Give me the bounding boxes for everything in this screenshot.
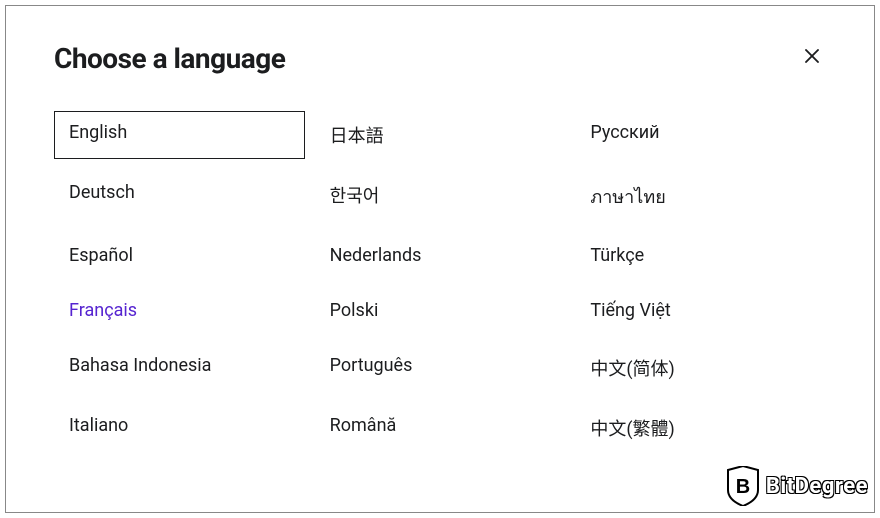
language-option-bahasa-indonesia[interactable]: Bahasa Indonesia	[54, 344, 305, 392]
language-option-thai[interactable]: ภาษาไทย	[575, 171, 826, 222]
watermark-badge-icon: B	[726, 466, 760, 506]
modal-title: Choose a language	[54, 42, 285, 75]
language-option-english[interactable]: English	[54, 111, 305, 159]
language-option-nederlands[interactable]: Nederlands	[315, 234, 566, 277]
close-button[interactable]	[798, 42, 826, 70]
language-option-russian[interactable]: Русский	[575, 111, 826, 159]
language-option-espanol[interactable]: Español	[54, 234, 305, 277]
watermark-text: BitDegree	[766, 474, 868, 499]
language-grid: English 日本語 Русский Deutsch 한국어 ภาษาไทย …	[54, 111, 826, 452]
language-option-korean[interactable]: 한국어	[315, 171, 566, 222]
language-option-turkce[interactable]: Türkçe	[575, 234, 826, 277]
language-option-francais[interactable]: Français	[54, 289, 305, 332]
language-option-romana[interactable]: Română	[315, 404, 566, 452]
watermark: B BitDegree	[726, 466, 868, 506]
close-icon	[803, 47, 821, 65]
language-option-chinese-traditional[interactable]: 中文(繁體)	[575, 404, 826, 452]
language-option-tieng-viet[interactable]: Tiếng Việt	[575, 289, 826, 332]
language-option-chinese-simplified[interactable]: 中文(简体)	[575, 344, 826, 392]
svg-text:B: B	[736, 476, 750, 498]
language-option-deutsch[interactable]: Deutsch	[54, 171, 305, 222]
language-option-japanese[interactable]: 日本語	[315, 111, 566, 159]
language-option-portugues[interactable]: Português	[315, 344, 566, 392]
language-option-italiano[interactable]: Italiano	[54, 404, 305, 452]
modal-header: Choose a language	[54, 42, 826, 75]
language-modal: Choose a language English 日本語 Русский De…	[5, 5, 875, 513]
language-option-polski[interactable]: Polski	[315, 289, 566, 332]
